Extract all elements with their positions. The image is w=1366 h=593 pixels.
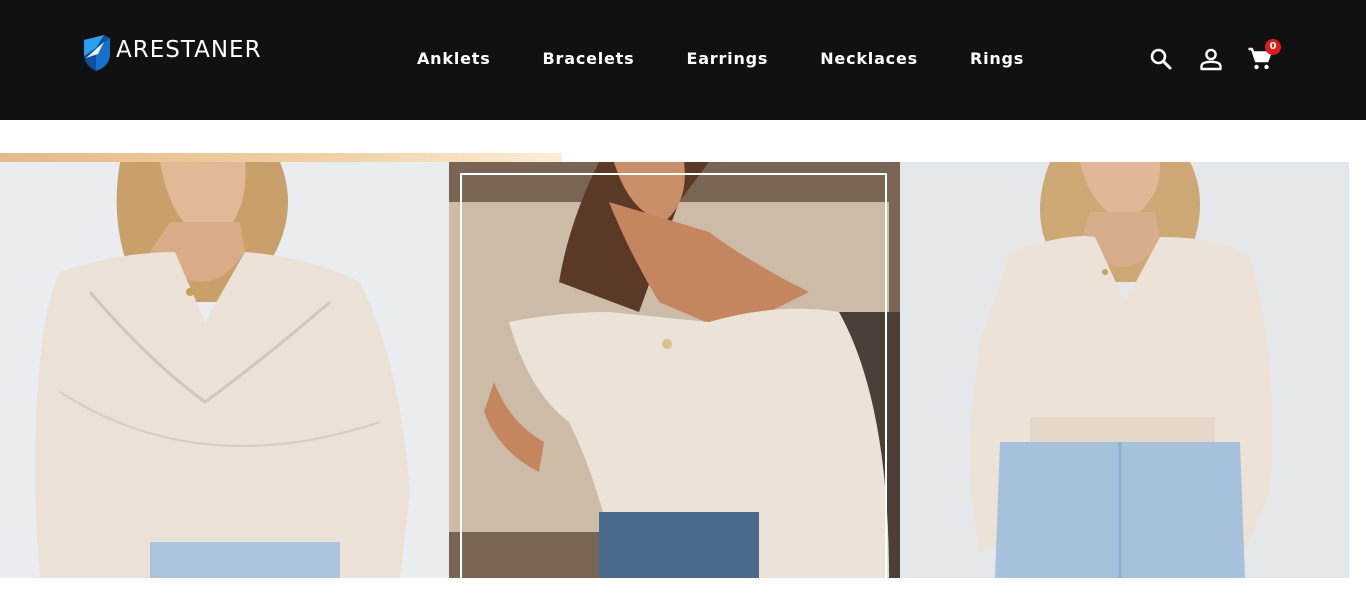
main-nav: Anklets Bracelets Earrings Necklaces Rin… [417,48,1024,70]
product-image-3[interactable] [900,162,1349,578]
nav-item-bracelets[interactable]: Bracelets [543,48,635,70]
nav-item-earrings[interactable]: Earrings [686,48,768,70]
cart-count-badge: 0 [1265,39,1281,55]
shield-logo-icon [84,35,110,71]
brand-name: ARESTANER [116,36,262,63]
header-actions: 0 [1148,39,1288,76]
search-icon[interactable] [1148,46,1174,72]
nav-item-rings[interactable]: Rings [970,48,1024,70]
nav-item-necklaces[interactable]: Necklaces [820,48,918,70]
nav-item-anklets[interactable]: Anklets [417,48,491,70]
brand-logo[interactable]: ARESTANER [82,34,262,72]
account-icon[interactable] [1198,46,1224,72]
product-image-1[interactable] [0,162,449,578]
site-header: ARESTANER Anklets Bracelets Earrings Nec… [0,0,1366,120]
product-image-2[interactable] [449,162,900,578]
promo-strip [0,153,562,162]
